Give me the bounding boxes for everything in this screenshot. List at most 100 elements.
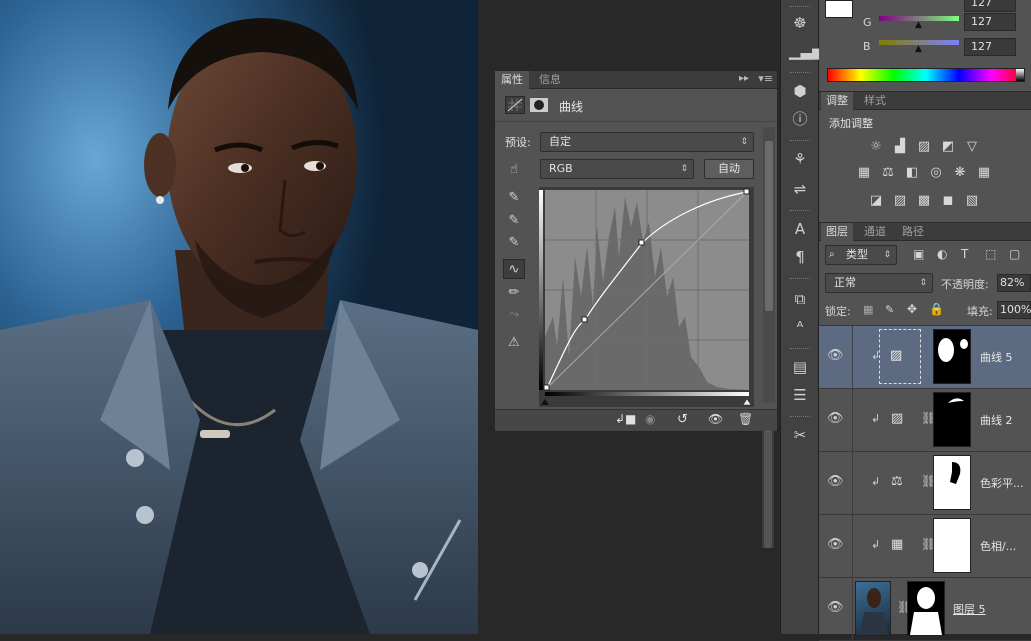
fill-input[interactable]: 100% [997, 301, 1031, 319]
tab-adjustments[interactable]: 调整 [821, 92, 853, 110]
panel-menu-icon[interactable]: ▾≡ [758, 72, 773, 85]
curves-graph[interactable] [539, 187, 754, 407]
notes-icon[interactable]: ▤ [789, 356, 811, 378]
layer-row[interactable]: 👁 ↲ ⚖ ⛓ 色彩平... [819, 452, 1031, 515]
layer-name[interactable]: 曲线 2 [980, 412, 1013, 428]
visibility-eye-icon[interactable]: 👁 [708, 412, 723, 426]
layer-mask-thumb[interactable] [907, 581, 945, 636]
visibility-eye-icon[interactable]: 👁 [827, 537, 844, 552]
color-spectrum-bar[interactable] [827, 68, 1025, 82]
layer-row[interactable]: 👁 ↲ ▨ 曲线 5 [819, 326, 1031, 389]
curve-point-white[interactable] [743, 188, 750, 195]
g-value-box[interactable]: 127 [964, 13, 1016, 31]
view-previous-icon[interactable]: ◉ [645, 412, 655, 426]
clipping-warning-icon[interactable]: ⚠ [503, 333, 525, 353]
tools-icon[interactable]: ✂ [789, 424, 811, 446]
delete-trash-icon[interactable]: 🗑 [738, 412, 753, 426]
tool-presets-icon[interactable]: ⇌ [789, 178, 811, 200]
layer-row[interactable]: 👁 ↲ ▦ ⛓ 色相/... [819, 515, 1031, 578]
smooth-icon[interactable]: ⤳ [503, 305, 525, 325]
lock-all-icon[interactable]: 🔒 [929, 302, 944, 316]
selective-color-icon[interactable]: ▧ [962, 192, 982, 210]
curve-point-black[interactable] [543, 384, 550, 391]
layer-name[interactable]: 曲线 5 [980, 349, 1013, 365]
b-slider-thumb[interactable]: ▲ [915, 44, 922, 54]
pencil-icon[interactable]: ✏ [503, 283, 525, 303]
paragraph-styles-icon[interactable]: ☰ [789, 384, 811, 406]
filter-smart-object-icon[interactable]: ▢ [1009, 247, 1020, 261]
character-icon[interactable]: A [789, 218, 811, 240]
target-adjust-hand-icon[interactable]: ☝ [503, 160, 525, 180]
reset-icon[interactable]: ↺ [677, 412, 688, 427]
visibility-eye-icon[interactable]: 👁 [827, 411, 844, 426]
mask-icon[interactable] [529, 97, 549, 113]
info-icon[interactable]: ⓘ [789, 108, 811, 130]
layer-name[interactable]: 色相/... [980, 538, 1016, 554]
filter-shape-icon[interactable]: ⬚ [985, 247, 996, 261]
preset-select[interactable]: 自定 ⇕ [540, 132, 754, 152]
eyedropper-black-icon[interactable]: ✎ [503, 188, 525, 208]
character-styles-icon[interactable]: ᴬ [789, 316, 811, 338]
channel-mixer-icon[interactable]: ❋ [950, 164, 970, 182]
g-slider-thumb[interactable]: ▲ [915, 20, 922, 30]
clip-to-layer-icon[interactable]: ↲■ [615, 412, 636, 426]
histogram-icon[interactable]: ▁▃▅ [789, 40, 824, 62]
filter-adjustment-icon[interactable]: ◐ [937, 247, 947, 261]
brightness-icon[interactable]: ☼ [866, 138, 886, 156]
document-scrollbar[interactable] [762, 430, 774, 548]
blend-mode-select[interactable]: 正常 ⇕ [825, 273, 933, 293]
auto-button[interactable]: 自动 [704, 159, 754, 179]
curve-point-1[interactable] [581, 316, 588, 323]
lock-paint-icon[interactable]: ✎ [885, 303, 894, 316]
curves-adjustment-icon[interactable] [505, 96, 525, 114]
visibility-eye-icon[interactable]: 👁 [827, 600, 844, 615]
gradient-triangle-icon[interactable]: ▽ [962, 138, 982, 156]
filter-pixel-icon[interactable]: ▣ [913, 247, 924, 261]
filter-type-icon[interactable]: T [961, 247, 968, 261]
tab-channels[interactable]: 通道 [859, 223, 891, 241]
gradient-map-icon[interactable]: ◼ [938, 192, 958, 210]
curve-point-2[interactable] [638, 239, 645, 246]
curve-point-tool-icon[interactable]: ∿ [503, 259, 525, 279]
navigator-icon[interactable]: ☸ [789, 12, 811, 34]
visibility-eye-icon[interactable]: 👁 [827, 348, 844, 363]
layer-mask-thumb[interactable] [933, 455, 971, 510]
black-white-icon[interactable]: ◧ [902, 164, 922, 182]
canvas-image[interactable] [0, 0, 478, 634]
layer-mask-thumb[interactable] [933, 518, 971, 573]
layer-mask-thumb[interactable] [933, 392, 971, 447]
brush-presets-icon[interactable]: ⚘ [789, 148, 811, 170]
tab-styles[interactable]: 样式 [859, 92, 891, 110]
tab-paths[interactable]: 路径 [897, 223, 929, 241]
eyedropper-gray-icon[interactable]: ✎ [503, 211, 525, 231]
layer-filter-select[interactable]: ⌕ 类型 ⇕ [825, 245, 897, 265]
properties-scrollbar[interactable] [763, 127, 775, 403]
foreground-swatch[interactable] [825, 0, 853, 18]
lock-move-icon[interactable]: ✥ [907, 302, 917, 316]
paragraph-icon[interactable]: ¶ [789, 246, 811, 268]
color-lookup-icon[interactable]: ▦ [974, 164, 994, 182]
b-value-box[interactable]: 127 [964, 38, 1016, 56]
posterize-icon[interactable]: ▨ [890, 192, 910, 210]
opacity-input[interactable]: 82% [997, 274, 1031, 292]
eyedropper-white-icon[interactable]: ✎ [503, 233, 525, 253]
adjustment-thumb[interactable]: ▨ [879, 329, 921, 384]
vibrance-icon[interactable]: ▦ [854, 164, 874, 182]
layer-mask-thumb[interactable] [933, 329, 971, 384]
r-value-box[interactable]: 127 [964, 0, 1016, 12]
curves-icon[interactable]: ▨ [914, 138, 934, 156]
tab-info[interactable]: 信息 [533, 71, 567, 89]
3d-cube-icon[interactable]: ⬢ [789, 80, 811, 102]
tab-properties[interactable]: 属性 [495, 71, 529, 89]
layer-row[interactable]: 👁 ⛓ 图层 5 [819, 578, 1031, 641]
channel-select[interactable]: RGB ⇕ [540, 159, 694, 179]
layer-image-thumb[interactable] [855, 581, 891, 636]
color-balance-icon[interactable]: ⚖ [878, 164, 898, 182]
photo-filter-icon[interactable]: ◎ [926, 164, 946, 182]
visibility-eye-icon[interactable]: 👁 [827, 474, 844, 489]
clone-source-icon[interactable]: ⧉ [789, 288, 811, 310]
exposure-icon[interactable]: ◩ [938, 138, 958, 156]
layer-name[interactable]: 图层 5 [953, 601, 986, 617]
tab-layers[interactable]: 图层 [821, 223, 853, 241]
levels-icon[interactable]: ▟ [890, 138, 910, 156]
